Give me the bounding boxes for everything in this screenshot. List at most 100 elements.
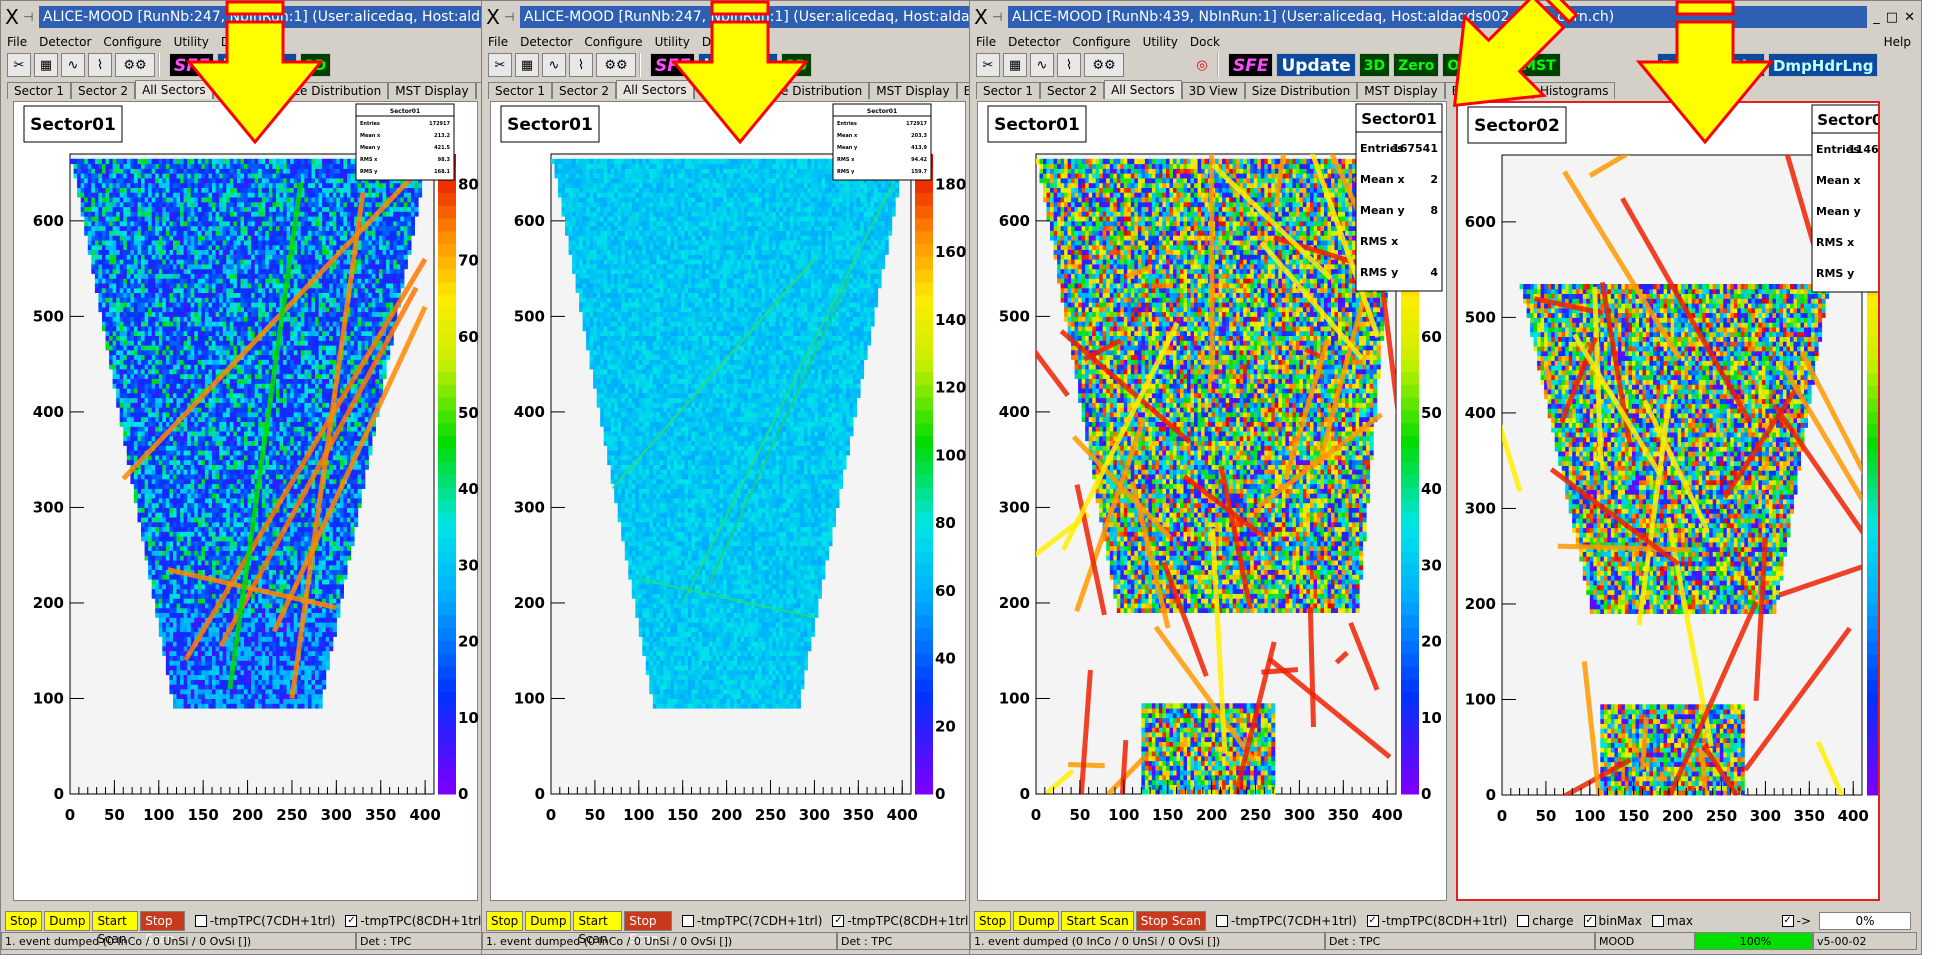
- heatmap-cell: [141, 445, 146, 451]
- heatmap-cell: [187, 536, 192, 542]
- heatmap-cell: [307, 502, 312, 508]
- heatmap-cell: [141, 321, 146, 327]
- heatmap-cell: [212, 583, 217, 590]
- heatmap-cell: [201, 483, 206, 489]
- heatmap-cell: [307, 669, 312, 676]
- tab-sector-1[interactable]: Sector 1: [7, 82, 72, 99]
- heatmap-cell: [212, 655, 217, 661]
- heatmap-cell: [283, 512, 288, 518]
- heatmap-cell: [194, 703, 199, 709]
- heatmap-cell: [379, 383, 384, 389]
- heatmap-cell: [297, 378, 302, 384]
- heatmap-cell: [343, 569, 348, 575]
- heatmap-cell: [162, 564, 167, 570]
- heatmap-cell: [176, 598, 181, 604]
- heatmap-cell: [148, 325, 153, 332]
- heatmap-cell: [279, 440, 284, 446]
- heatmap-cell: [300, 531, 305, 537]
- heatmap-cell: [148, 488, 153, 494]
- heatmap-cell: [304, 626, 309, 633]
- heatmap-cell: [158, 349, 163, 356]
- heatmap-cell: [165, 345, 170, 351]
- heatmap-cell: [183, 397, 188, 403]
- heatmap-cell: [311, 669, 316, 676]
- heatmap-cell: [272, 450, 277, 456]
- heatmap-cell: [322, 340, 327, 346]
- heatmap-cell: [187, 502, 192, 508]
- tab-sector-2[interactable]: Sector 2: [71, 82, 136, 99]
- sfe-button[interactable]: SFE: [169, 53, 215, 77]
- heatmap-cell: [300, 540, 305, 547]
- heatmap-cell: [112, 368, 117, 375]
- heatmap-cell: [155, 497, 160, 504]
- heatmap-cell: [201, 645, 206, 652]
- heatmap-cell: [176, 517, 181, 523]
- heatmap-cell: [244, 521, 249, 528]
- tab-all-sectors[interactable]: All Sectors: [135, 80, 213, 99]
- heatmap-cell: [350, 497, 355, 504]
- heatmap-cell: [276, 684, 281, 690]
- heatmap-cell: [212, 545, 217, 551]
- graph-icon[interactable]: ∿: [61, 53, 85, 77]
- menu-detector[interactable]: Detector: [39, 35, 91, 49]
- heatmap-cell: [332, 421, 337, 427]
- heatmap-cell: [350, 359, 355, 365]
- title-bar[interactable]: X ⊣ ALICE-MOOD [RunNb:247, NbInRun:1] (U…: [1, 1, 486, 33]
- heatmap-cell: [173, 349, 178, 356]
- heatmap-cell: [119, 354, 124, 360]
- menu-dock[interactable]: Dock: [221, 35, 251, 49]
- heatmap-cell: [272, 325, 277, 332]
- heatmap-cell: [165, 655, 170, 661]
- heatmap-cell: [173, 636, 178, 642]
- heatmap-cell: [300, 703, 305, 709]
- menu-utility[interactable]: Utility: [174, 35, 209, 49]
- heatmap-cell: [165, 388, 170, 394]
- heatmap-cell: [318, 679, 323, 685]
- plot-canvas[interactable]: 0 50 100 150 200 250 300 350 400 0 100 200 300 400 500…: [13, 101, 479, 902]
- heatmap-cell: [244, 641, 249, 647]
- tab-size-distribution[interactable]: Size Distribution: [275, 82, 389, 99]
- heatmap-cell: [247, 612, 252, 618]
- heatmap-cell: [222, 359, 227, 365]
- tab-mst-display[interactable]: MST Display: [388, 82, 476, 99]
- heatmap-cell: [279, 392, 284, 399]
- heatmap-cell: [325, 622, 330, 628]
- heatmap-cell: [254, 383, 259, 389]
- heatmap-cell: [244, 693, 249, 699]
- heatmap-cell: [290, 445, 295, 451]
- heatmap-cell: [165, 483, 170, 489]
- heatmap-cell: [254, 703, 259, 709]
- heatmap-cell: [354, 335, 359, 341]
- heatmap-cell: [151, 583, 156, 590]
- heatmap-cell: [268, 669, 273, 676]
- heatmap-cell: [222, 536, 227, 542]
- heatmap-cell: [254, 674, 259, 680]
- heatmap-cell: [233, 603, 238, 609]
- heatmap-cell: [155, 598, 160, 604]
- menu-configure[interactable]: Configure: [103, 35, 161, 49]
- histogram-plot-1[interactable]: 0 50 100 150 200 250 300 350 4000100200300400500…: [14, 102, 479, 902]
- heatmap-cell: [226, 660, 231, 666]
- heatmap-cell: [204, 464, 209, 470]
- heatmap-cell: [325, 536, 330, 542]
- 3d-button[interactable]: 3D: [299, 53, 332, 77]
- network-icon[interactable]: ⚙⚙: [115, 53, 155, 77]
- heatmap-cell: [201, 674, 206, 680]
- heatmap-cell: [204, 679, 209, 685]
- heatmap-cell: [276, 521, 281, 528]
- heatmap-cell: [258, 392, 263, 399]
- menu-file[interactable]: File: [7, 35, 27, 49]
- tools-icon[interactable]: ✂: [7, 53, 31, 77]
- heatmap-cell: [105, 345, 110, 351]
- tab-3d-view[interactable]: 3D View: [212, 82, 276, 99]
- pin-icon[interactable]: ⊣: [23, 10, 39, 24]
- heatmap-cell: [180, 340, 185, 346]
- spectrum-icon[interactable]: ⌇: [88, 53, 112, 77]
- palette-icon[interactable]: ▦: [34, 53, 58, 77]
- heatmap-cell: [329, 349, 334, 356]
- update-button[interactable]: Update: [217, 53, 297, 77]
- heatmap-cell: [244, 402, 249, 408]
- heatmap-cell: [240, 392, 245, 399]
- heatmap-cell: [229, 502, 234, 508]
- heatmap-cell: [357, 478, 362, 485]
